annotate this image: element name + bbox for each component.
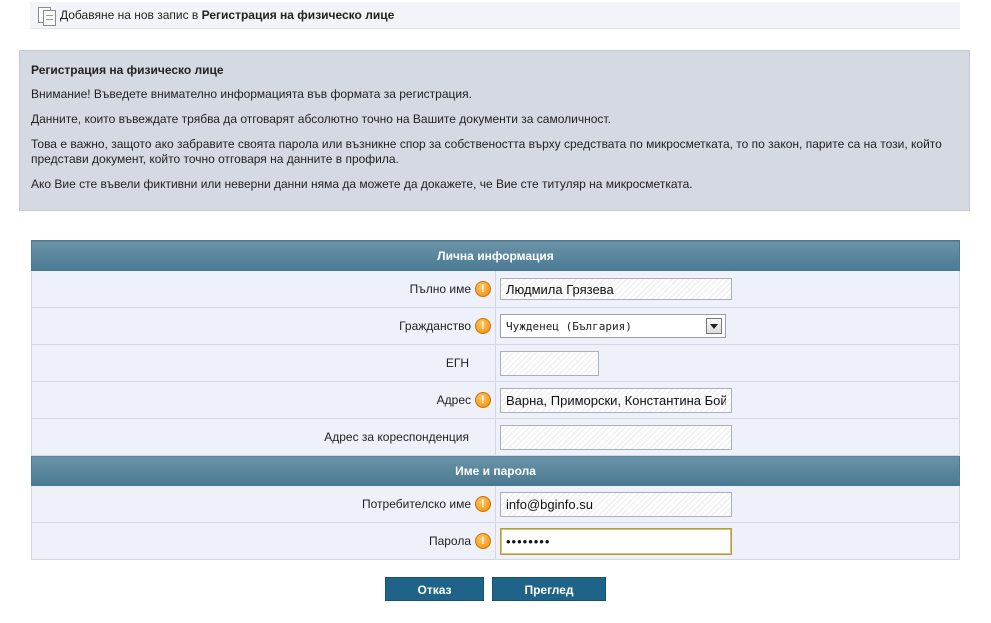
form-row-address: Адрес ! bbox=[31, 381, 960, 419]
notice-paragraph: Данните, които въвеждате трябва да отгов… bbox=[31, 112, 611, 126]
exclamation-icon: ! bbox=[475, 533, 491, 549]
section-title: Лична информация bbox=[31, 240, 960, 271]
cancel-button[interactable]: Отказ bbox=[385, 577, 484, 601]
exclamation-icon: ! bbox=[475, 318, 491, 334]
exclamation-icon: ! bbox=[475, 392, 491, 408]
notice-box: Регистрация на физическо лице Внимание! … bbox=[19, 50, 970, 211]
password-input[interactable] bbox=[500, 527, 732, 555]
notice-paragraph: Ако Вие сте въвели фиктивни или неверни … bbox=[31, 177, 693, 191]
chevron-down-icon[interactable] bbox=[706, 318, 722, 334]
corr-address-label: Адрес за кореспонденция bbox=[324, 430, 469, 444]
form-row-citizenship: Гражданство ! Чужденец (България) bbox=[31, 307, 960, 345]
egn-label: ЕГН bbox=[445, 356, 469, 370]
breadcrumb-target: Регистрация на физическо лице bbox=[201, 8, 395, 22]
full-name-label: Пълно име bbox=[409, 282, 471, 296]
citizenship-label: Гражданство bbox=[399, 319, 471, 333]
document-icon bbox=[36, 5, 58, 26]
registration-form: Лична информация Пълно име ! Гражданство… bbox=[31, 240, 960, 560]
breadcrumb: Добавяне на нов запис в Регистрация на ф… bbox=[60, 8, 394, 22]
username-input[interactable] bbox=[500, 491, 732, 517]
section-title: Име и парола bbox=[31, 455, 960, 486]
form-row-password: Парола ! bbox=[31, 522, 960, 560]
egn-input[interactable] bbox=[500, 350, 599, 376]
form-row-corr-address: Адрес за кореспонденция bbox=[31, 418, 960, 456]
form-row-username: Потребителско име ! bbox=[31, 485, 960, 523]
citizenship-select[interactable]: Чужденец (България) bbox=[500, 314, 726, 338]
address-label: Адрес bbox=[436, 393, 471, 407]
citizenship-selected: Чужденец (България) bbox=[506, 319, 632, 333]
notice-paragraph: Това е важно, защото ако забравите своят… bbox=[31, 137, 942, 166]
username-label: Потребителско име bbox=[362, 497, 471, 511]
notice-paragraph: Внимание! Въведете внимателно информация… bbox=[31, 87, 472, 101]
notice-title: Регистрация на физическо лице bbox=[31, 63, 224, 77]
breadcrumb-prefix: Добавяне на нов запис в bbox=[60, 8, 199, 22]
password-label: Парола bbox=[428, 534, 471, 548]
section-header-credentials: Име и парола bbox=[31, 455, 960, 486]
full-name-input[interactable] bbox=[500, 278, 732, 300]
form-row-egn: ЕГН bbox=[31, 344, 960, 382]
form-row-full-name: Пълно име ! bbox=[31, 270, 960, 308]
preview-button[interactable]: Преглед bbox=[492, 577, 606, 601]
section-header-personal: Лична информация bbox=[31, 240, 960, 271]
exclamation-icon: ! bbox=[475, 496, 491, 512]
corr-address-input[interactable] bbox=[500, 424, 732, 450]
exclamation-icon: ! bbox=[475, 281, 491, 297]
breadcrumb-bar: Добавяне на нов запис в Регистрация на ф… bbox=[30, 2, 960, 29]
address-input[interactable] bbox=[500, 387, 732, 413]
